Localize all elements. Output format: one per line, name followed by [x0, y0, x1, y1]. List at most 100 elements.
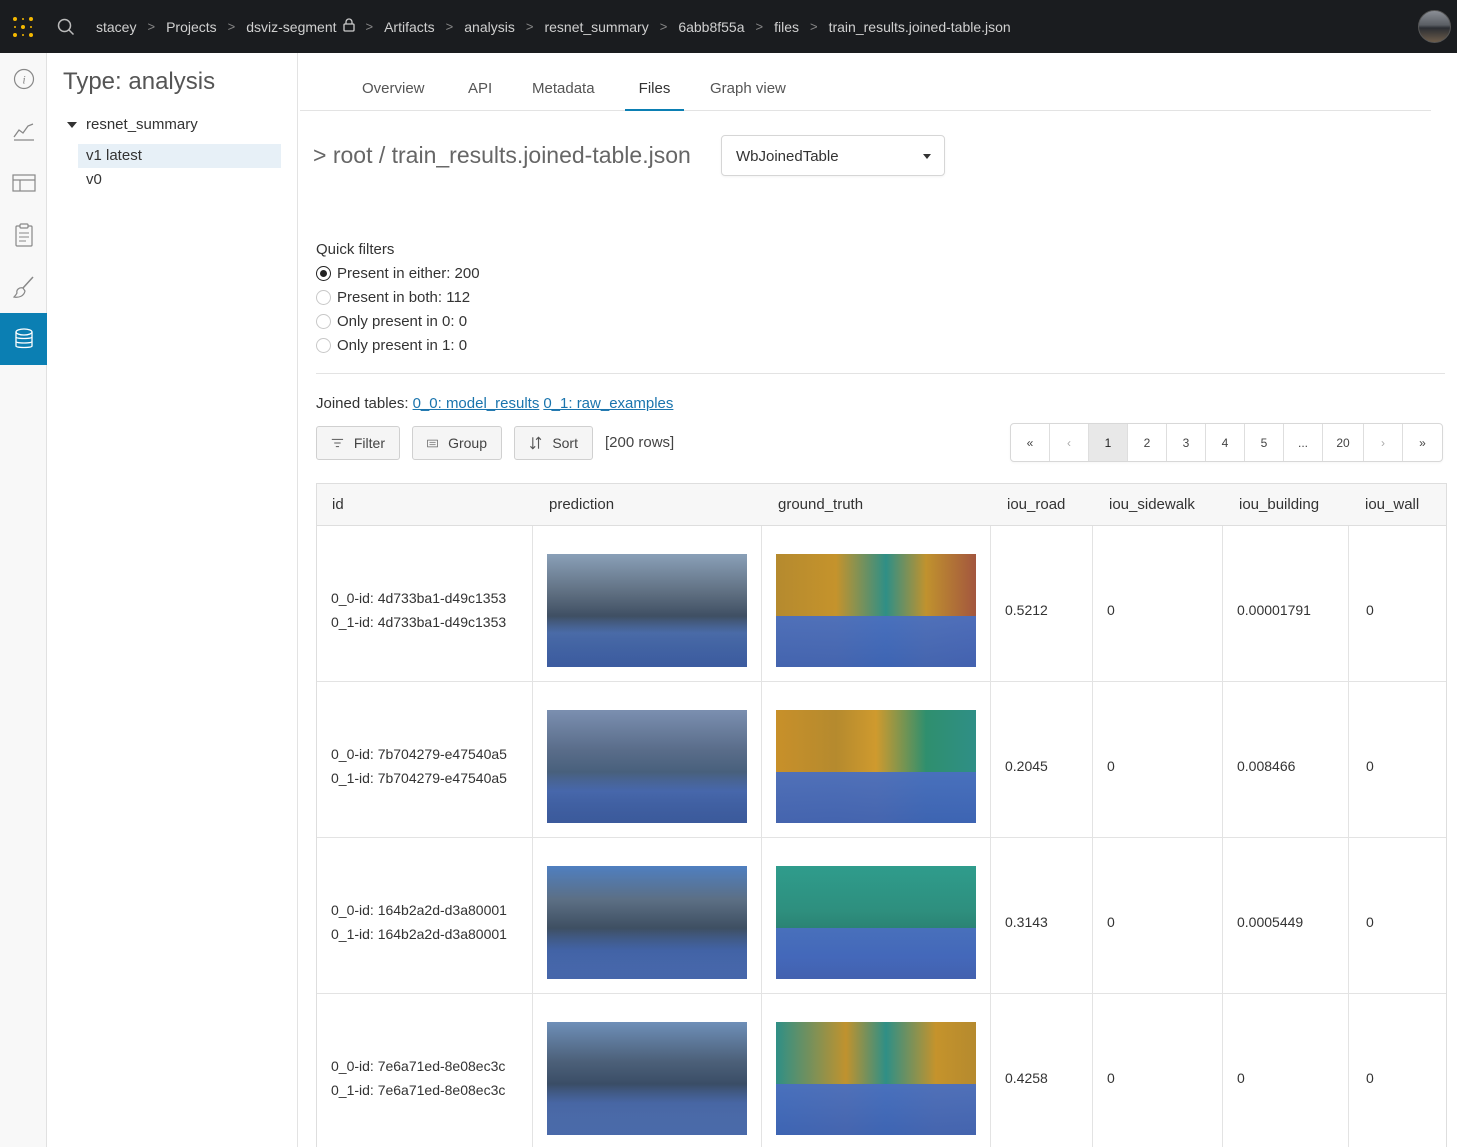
radio-button[interactable] — [316, 338, 331, 353]
artifact-tree-node[interactable]: resnet_summary — [67, 116, 198, 133]
wandb-logo[interactable] — [0, 0, 46, 53]
tab-files[interactable]: Files — [625, 80, 684, 111]
breadcrumb-artifact[interactable]: resnet_summary — [544, 19, 648, 35]
column-header-iou-sidewalk[interactable]: iou_sidewalk — [1109, 496, 1195, 513]
version-item-v0[interactable]: v0 — [78, 168, 281, 192]
column-divider — [1092, 682, 1093, 837]
version-item-v1[interactable]: v1 latest — [78, 144, 281, 168]
breadcrumb-files[interactable]: files — [774, 19, 799, 35]
caret-down-icon[interactable] — [67, 121, 77, 128]
ground-truth-image[interactable] — [776, 1022, 976, 1135]
breadcrumb-artifacts[interactable]: Artifacts — [384, 19, 435, 35]
cell-iou-building: 0.00001791 — [1237, 602, 1311, 618]
page-button-20[interactable]: 20 — [1323, 424, 1364, 461]
info-icon[interactable]: i — [0, 53, 47, 105]
database-icon[interactable] — [0, 313, 47, 365]
ground-truth-image[interactable] — [776, 866, 976, 979]
next-page-button[interactable]: › — [1364, 424, 1403, 461]
cell-id-1: 0_1-id: 164b2a2d-d3a80001 — [331, 926, 507, 942]
column-divider — [990, 682, 991, 837]
tab-api[interactable]: API — [468, 80, 492, 111]
cell-iou-sidewalk: 0 — [1107, 602, 1115, 618]
table-icon[interactable] — [0, 157, 47, 209]
breadcrumb: stacey > Projects > dsviz-segment > Arti… — [96, 18, 1011, 35]
breadcrumb-user[interactable]: stacey — [96, 19, 136, 35]
chevron-right-icon: > — [659, 19, 668, 34]
cell-iou-sidewalk: 0 — [1107, 914, 1115, 930]
cell-iou-wall: 0 — [1366, 758, 1374, 774]
prediction-image[interactable] — [547, 710, 747, 823]
radio-button[interactable] — [316, 314, 331, 329]
breadcrumb-project[interactable]: dsviz-segment — [246, 19, 336, 35]
column-header-iou-wall[interactable]: iou_wall — [1365, 496, 1419, 513]
type-select[interactable]: WbJoinedTable — [721, 135, 945, 176]
filter-button[interactable]: Filter — [316, 426, 400, 460]
tab-overview[interactable]: Overview — [362, 80, 425, 111]
joined-link-model-results[interactable]: 0_0: model_results — [413, 395, 540, 412]
cell-id: 0_0-id: 7b704279-e47540a5 0_1-id: 7b70427… — [331, 742, 507, 790]
chart-icon[interactable] — [0, 105, 47, 157]
ground-truth-image[interactable] — [776, 710, 976, 823]
prediction-image[interactable] — [547, 1022, 747, 1135]
column-divider — [990, 838, 991, 993]
cell-iou-sidewalk: 0 — [1107, 758, 1115, 774]
cell-id-1: 0_1-id: 7e6a71ed-8e08ec3c — [331, 1082, 506, 1098]
filter-present-both[interactable]: Present in both: 112 — [316, 289, 470, 306]
top-bar: stacey > Projects > dsviz-segment > Arti… — [0, 0, 1457, 53]
road-overlay — [776, 1084, 976, 1135]
column-header-iou-road[interactable]: iou_road — [1007, 496, 1065, 513]
sort-icon — [530, 436, 542, 450]
avatar[interactable] — [1418, 10, 1451, 43]
sidebar-title: Type: analysis — [63, 68, 216, 95]
brush-icon[interactable] — [0, 261, 47, 313]
column-header-id[interactable]: id — [332, 496, 344, 513]
column-divider — [761, 838, 762, 993]
page-button-3[interactable]: 3 — [1167, 424, 1206, 461]
prev-page-button[interactable]: ‹ — [1050, 424, 1089, 461]
radio-button[interactable] — [316, 290, 331, 305]
filter-only-1[interactable]: Only present in 1: 0 — [316, 337, 467, 354]
column-divider — [532, 682, 533, 837]
clipboard-icon[interactable] — [0, 209, 47, 261]
table-row: 0_0-id: 4d733ba1-d49c1353 0_1-id: 4d733ba… — [317, 526, 1446, 682]
column-divider — [1348, 682, 1349, 837]
chevron-right-icon: > — [525, 19, 534, 34]
column-divider — [1222, 994, 1223, 1147]
prediction-image[interactable] — [547, 554, 747, 667]
filter-icon — [331, 438, 344, 448]
cell-id-0: 0_0-id: 7b704279-e47540a5 — [331, 746, 507, 762]
cell-iou-road: 0.3143 — [1005, 914, 1048, 930]
page-button-4[interactable]: 4 — [1206, 424, 1245, 461]
ground-truth-image[interactable] — [776, 554, 976, 667]
column-divider — [761, 682, 762, 837]
sort-button[interactable]: Sort — [514, 426, 593, 460]
page-button-2[interactable]: 2 — [1128, 424, 1167, 461]
page-button-1[interactable]: 1 — [1089, 424, 1128, 461]
breadcrumb-file[interactable]: train_results.joined-table.json — [829, 19, 1011, 35]
column-divider — [990, 994, 991, 1147]
search-icon[interactable] — [46, 18, 86, 36]
page-button-5[interactable]: 5 — [1245, 424, 1284, 461]
column-header-iou-building[interactable]: iou_building — [1239, 496, 1319, 513]
joined-link-raw-examples[interactable]: 0_1: raw_examples — [543, 395, 673, 412]
tab-graph-view[interactable]: Graph view — [710, 80, 786, 111]
breadcrumb-projects[interactable]: Projects — [166, 19, 217, 35]
prediction-image[interactable] — [547, 866, 747, 979]
breadcrumb-version[interactable]: 6abb8f55a — [678, 19, 744, 35]
filter-present-either[interactable]: Present in either: 200 — [316, 265, 480, 282]
filter-only-0[interactable]: Only present in 0: 0 — [316, 313, 467, 330]
column-divider — [1092, 838, 1093, 993]
breadcrumb-type[interactable]: analysis — [464, 19, 515, 35]
first-page-button[interactable]: « — [1011, 424, 1050, 461]
group-button[interactable]: Group — [412, 426, 502, 460]
column-header-ground-truth[interactable]: ground_truth — [778, 496, 863, 513]
tab-bar: Overview API Metadata Files Graph view — [300, 67, 1431, 111]
tab-metadata[interactable]: Metadata — [532, 80, 595, 111]
table-row: 0_0-id: 7e6a71ed-8e08ec3c 0_1-id: 7e6a71e… — [317, 994, 1446, 1147]
radio-button[interactable] — [316, 266, 331, 281]
column-header-prediction[interactable]: prediction — [549, 496, 614, 513]
road-overlay — [776, 928, 976, 979]
lock-icon — [342, 18, 355, 35]
last-page-button[interactable]: » — [1403, 424, 1442, 461]
cell-iou-building: 0.008466 — [1237, 758, 1296, 774]
